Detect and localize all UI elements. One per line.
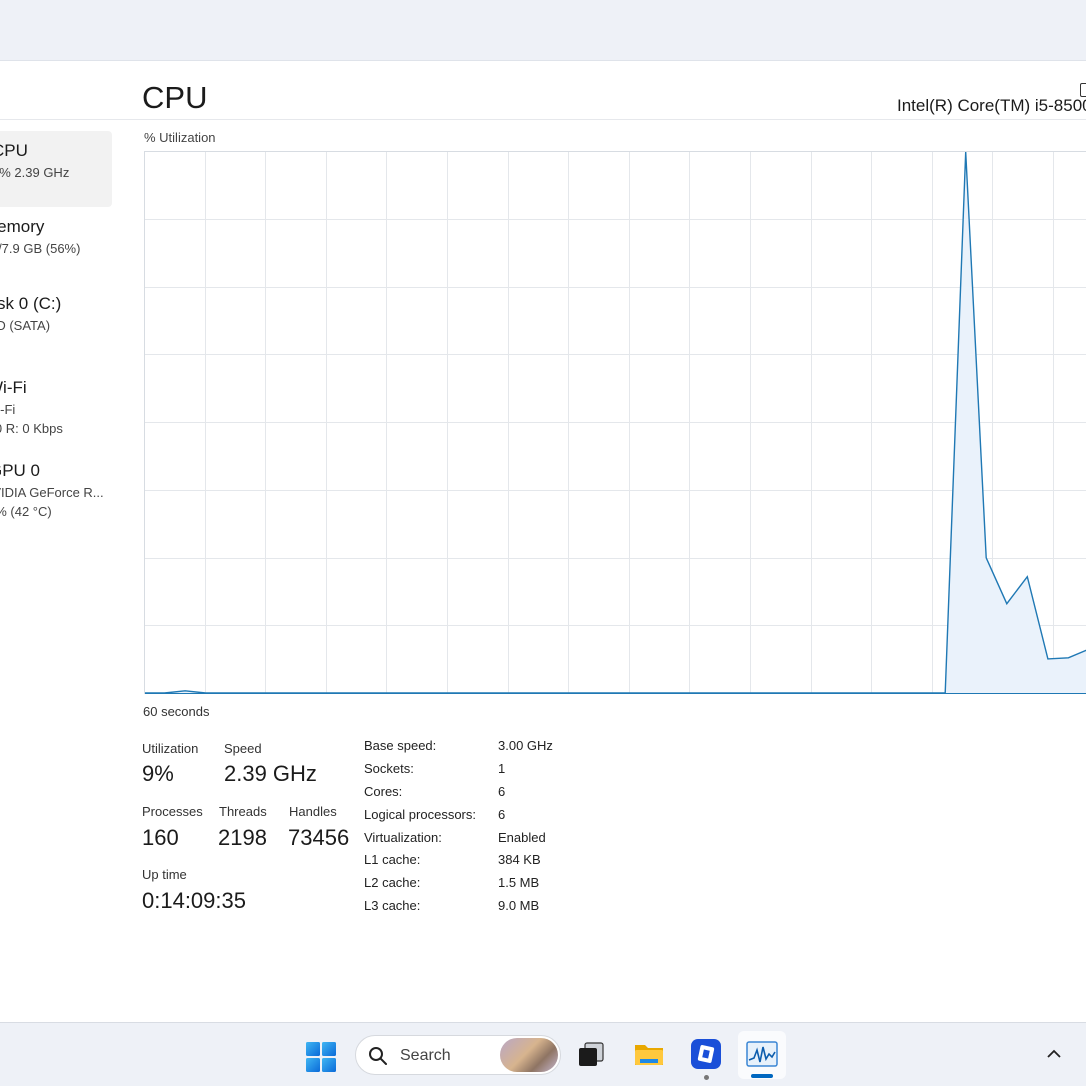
chevron-up-icon[interactable]: [1044, 1046, 1064, 1062]
sidebar-item-detail: 4.4/7.9 GB (56%): [0, 241, 81, 256]
spec-value: 6: [498, 806, 506, 822]
sidebar-item-detail: NVIDIA GeForce R...: [0, 485, 104, 500]
sidebar-item-detail-2: S: 0 R: 0 Kbps: [0, 421, 63, 436]
uptime-label: Up time: [142, 867, 187, 882]
search-highlight-image: [500, 1038, 558, 1072]
uptime-value: 0:14:09:35: [142, 888, 246, 913]
cpu-spec-table: Base speed: 3.00 GHz Sockets: 1 Cores: 6 Lo…: [364, 738, 553, 921]
taskbar: Search: [0, 1022, 1086, 1086]
utilization-value: 9%: [142, 761, 174, 786]
spec-value: 6: [498, 783, 506, 799]
spec-value: 1.5 MB: [498, 875, 540, 891]
sidebar-item-label: GPU 0: [0, 461, 41, 480]
spec-key: L2 cache:: [364, 875, 421, 891]
search-icon: [369, 1047, 387, 1065]
spec-row: L3 cache: 9.0 MB: [364, 898, 553, 921]
taskbar-search-box[interactable]: Search: [355, 1035, 561, 1075]
spec-row: Base speed: 3.00 GHz: [364, 738, 553, 761]
performance-sidebar: CPU 9% 2.39 GHz Memory 4.4/7.9 GB (56%) …: [0, 121, 112, 1021]
spec-key: Base speed:: [364, 738, 437, 753]
sidebar-item-wifi[interactable]: Wi-Fi Wi-Fi S: 0 R: 0 Kbps: [0, 368, 112, 448]
spec-key: L1 cache:: [364, 852, 421, 868]
spec-key: L3 cache:: [364, 898, 421, 914]
sidebar-item-label: Disk 0 (C:): [0, 294, 62, 313]
spec-row: L1 cache: 384 KB: [364, 852, 553, 875]
spec-value: 384 KB: [498, 852, 541, 868]
sidebar-item-disk[interactable]: Disk 0 (C:) SSD (SATA): [0, 284, 112, 360]
screen: CPU 9% 2.39 GHz Memory 4.4/7.9 GB (56%) …: [0, 0, 1086, 1086]
sidebar-item-label: Wi-Fi: [0, 378, 27, 397]
spec-row: L2 cache: 1.5 MB: [364, 875, 553, 898]
spec-row: Cores: 6: [364, 784, 553, 807]
processes-value: 160: [142, 825, 179, 850]
spec-row: Virtualization: Enabled: [364, 830, 553, 853]
spec-key: Logical processors:: [364, 806, 476, 822]
spec-value: 1: [498, 760, 506, 776]
threads-value: 2198: [218, 825, 267, 850]
speed-label: Speed: [224, 741, 262, 756]
file-explorer-icon[interactable]: [632, 1037, 666, 1071]
sidebar-item-label: CPU: [0, 141, 28, 160]
sidebar-item-cpu[interactable]: CPU 9% 2.39 GHz: [0, 131, 112, 207]
spec-value: 3.00 GHz: [498, 738, 553, 753]
spec-key: Sockets:: [364, 760, 414, 776]
page-title: CPU: [142, 80, 208, 115]
handles-label: Handles: [289, 804, 337, 819]
task-view-icon[interactable]: [575, 1037, 609, 1071]
sidebar-item-gpu[interactable]: GPU 0 NVIDIA GeForce R... 1% (42 °C): [0, 451, 112, 531]
cpu-graph-svg: [144, 151, 1086, 694]
windows-start-icon[interactable]: [305, 1041, 337, 1073]
desktop-background: [0, 0, 1086, 60]
sidebar-item-detail: SSD (SATA): [0, 318, 51, 333]
cpu-model-name: Intel(R) Core(TM) i5-8500: [897, 96, 1086, 115]
sidebar-item-detail-2: 1% (42 °C): [0, 504, 52, 519]
task-manager-icon[interactable]: [745, 1038, 779, 1072]
cpu-utilization-graph: [144, 151, 1086, 694]
app-icon[interactable]: [689, 1037, 723, 1071]
threads-label: Threads: [219, 804, 267, 819]
speed-value: 2.39 GHz: [224, 761, 317, 786]
spec-row: Logical processors: 6: [364, 807, 553, 830]
spec-value: Enabled: [498, 829, 546, 845]
utilization-label: Utilization: [142, 741, 199, 756]
graph-y-label: % Utilization: [144, 130, 216, 145]
search-placeholder: Search: [400, 1047, 451, 1064]
spec-value: 9.0 MB: [498, 898, 540, 914]
sidebar-item-detail: Wi-Fi: [0, 402, 16, 417]
sidebar-item-detail: 9% 2.39 GHz: [0, 165, 70, 180]
graph-x-label: 60 seconds: [143, 704, 210, 719]
processes-label: Processes: [142, 804, 203, 819]
sidebar-item-memory[interactable]: Memory 4.4/7.9 GB (56%): [0, 207, 112, 283]
active-app-indicator: [751, 1074, 773, 1078]
restore-icon[interactable]: [1080, 83, 1086, 97]
spec-row: Sockets: 1: [364, 761, 553, 784]
handles-value: 73456: [288, 825, 350, 850]
running-indicator: [704, 1075, 709, 1080]
spec-key: Virtualization:: [364, 829, 442, 845]
spec-key: Cores:: [364, 783, 403, 799]
sidebar-item-label: Memory: [0, 217, 45, 236]
